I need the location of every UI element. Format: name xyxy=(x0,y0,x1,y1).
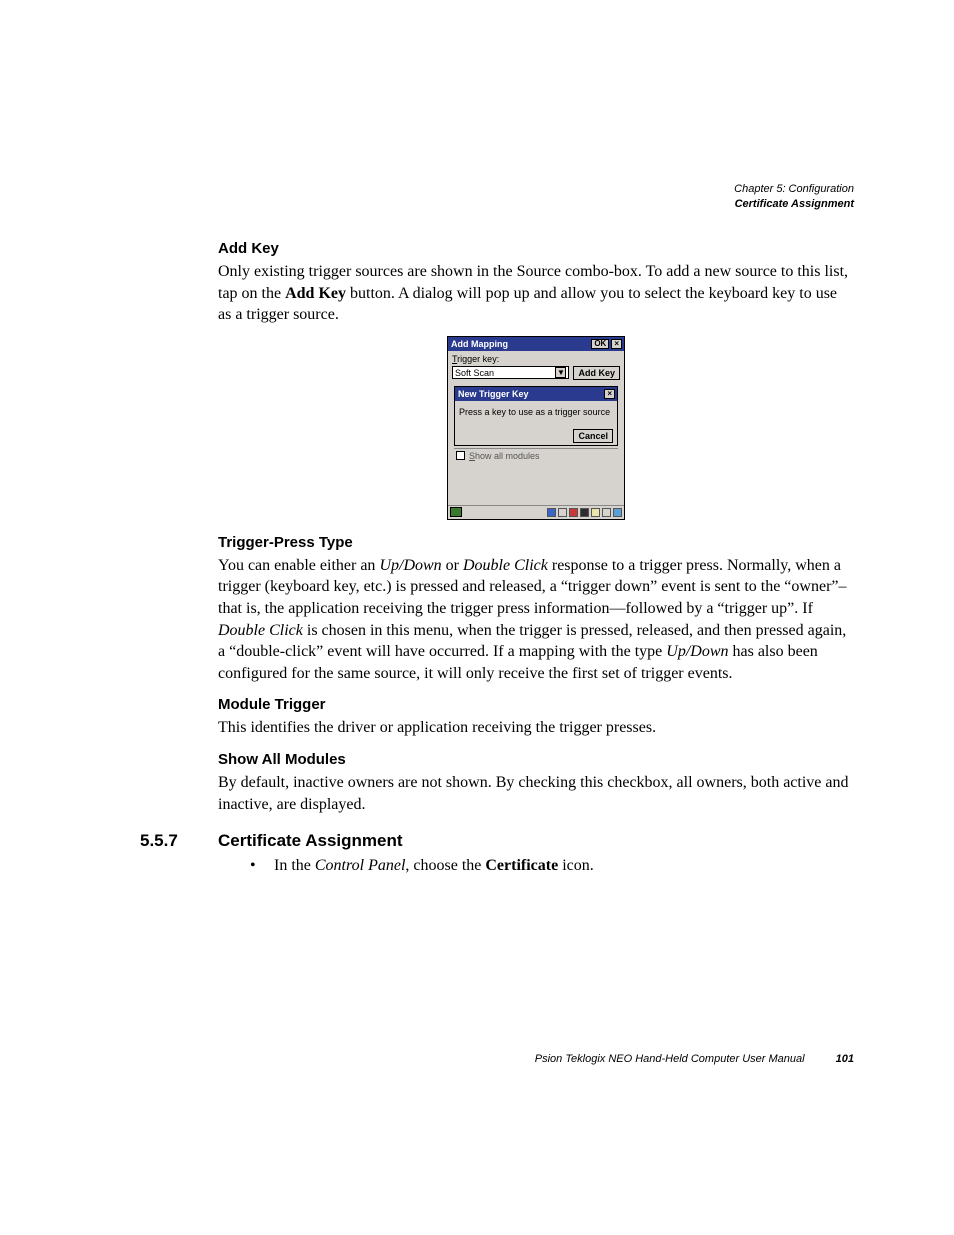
bullet-certificate: In the Control Panel, choose the Certifi… xyxy=(250,857,854,875)
footer-text: Psion Teklogix NEO Hand-Held Computer Us… xyxy=(535,1053,805,1065)
prompt-text: Press a key to use as a trigger source xyxy=(459,407,613,417)
close-icon[interactable]: × xyxy=(604,389,615,399)
dialog-add-mapping: Add Mapping OK × Trigger key: Soft Scan … xyxy=(447,336,625,520)
chapter-label: Chapter 5: Configuration xyxy=(734,182,854,197)
chevron-down-icon[interactable]: ▼ xyxy=(555,367,566,378)
heading-trigger-press: Trigger-Press Type xyxy=(218,534,854,551)
para-trigger-press: You can enable either an Up/Down or Doub… xyxy=(218,555,854,685)
system-tray xyxy=(547,508,622,517)
add-key-button[interactable]: Add Key xyxy=(573,366,620,380)
label-show-all: Show all modules xyxy=(469,451,540,461)
page-number: 101 xyxy=(836,1053,854,1065)
tray-icon[interactable] xyxy=(602,508,611,517)
row-show-all-modules: Show all modules xyxy=(454,448,618,463)
dialog-title: Add Mapping xyxy=(450,339,508,349)
heading-add-key: Add Key xyxy=(218,240,854,257)
titlebar-add-mapping: Add Mapping OK × xyxy=(448,337,624,351)
dialog-new-trigger-key: New Trigger Key × Press a key to use as … xyxy=(454,386,618,446)
section-number: 5.5.7 xyxy=(140,831,218,851)
heading-show-all-modules: Show All Modules xyxy=(218,751,854,768)
combo-trigger-key[interactable]: Soft Scan ▼ xyxy=(452,366,569,379)
page-footer: Psion Teklogix NEO Hand-Held Computer Us… xyxy=(535,1053,854,1065)
para-module-trigger: This identifies the driver or applicatio… xyxy=(218,717,854,739)
tray-icon[interactable] xyxy=(580,508,589,517)
ok-button[interactable]: OK xyxy=(591,339,609,349)
cancel-button[interactable]: Cancel xyxy=(573,429,613,443)
tray-icon[interactable] xyxy=(558,508,567,517)
tray-icon[interactable] xyxy=(547,508,556,517)
running-header: Chapter 5: Configuration Certificate Ass… xyxy=(734,182,854,212)
tray-icon[interactable] xyxy=(613,508,622,517)
heading-module-trigger: Module Trigger xyxy=(218,696,854,713)
combo-value: Soft Scan xyxy=(455,368,494,378)
label-trigger-key: Trigger key: xyxy=(452,354,620,364)
tray-icon[interactable] xyxy=(591,508,600,517)
taskbar xyxy=(448,505,624,519)
page-content: Add Key Only existing trigger sources ar… xyxy=(140,240,854,875)
embedded-screenshot: Add Mapping OK × Trigger key: Soft Scan … xyxy=(218,336,854,520)
titlebar-new-trigger-key: New Trigger Key × xyxy=(455,387,617,401)
section-certificate-assignment: 5.5.7 Certificate Assignment xyxy=(140,831,854,851)
checkbox-show-all[interactable] xyxy=(456,451,465,460)
tray-icon[interactable] xyxy=(569,508,578,517)
section-label: Certificate Assignment xyxy=(734,197,854,212)
close-icon[interactable]: × xyxy=(611,339,622,349)
section-title: Certificate Assignment xyxy=(218,831,403,851)
start-icon[interactable] xyxy=(450,507,462,517)
para-show-all-modules: By default, inactive owners are not show… xyxy=(218,772,854,815)
para-add-key: Only existing trigger sources are shown … xyxy=(218,261,854,326)
dialog-title-inner: New Trigger Key xyxy=(457,389,529,399)
